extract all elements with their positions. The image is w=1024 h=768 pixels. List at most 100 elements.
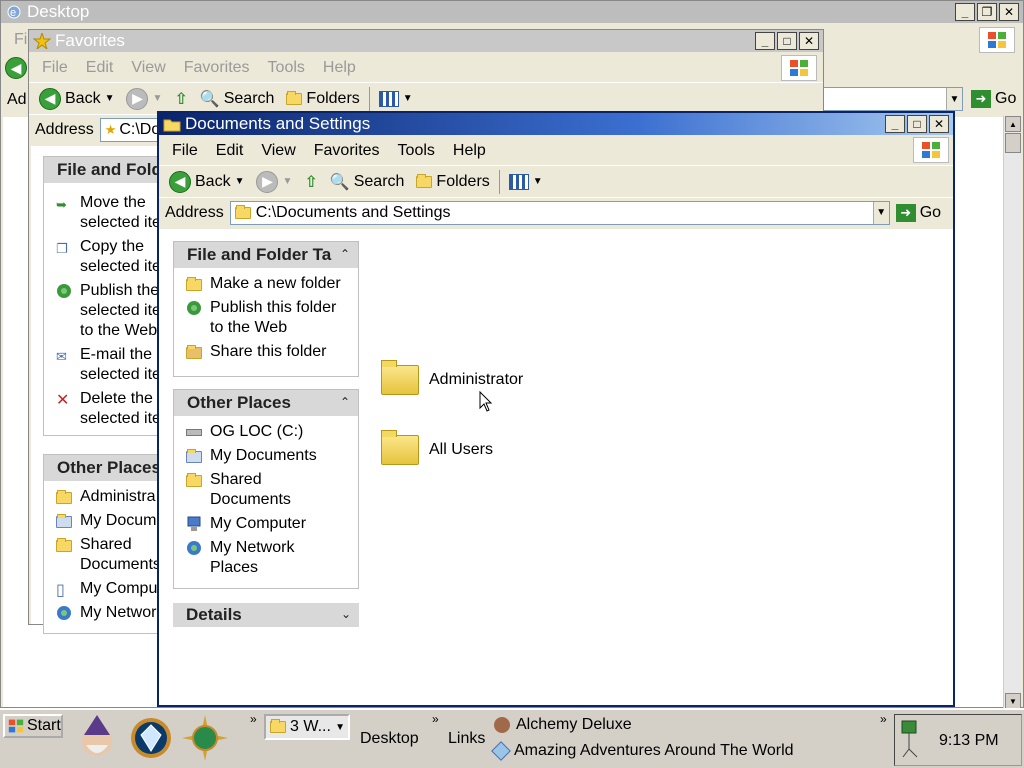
menu-favorites[interactable]: Favorites: [175, 59, 259, 77]
place-my-computer[interactable]: My Computer: [186, 514, 306, 534]
desktop-scrollbar[interactable]: ▲ ▼: [1003, 116, 1021, 709]
menu-file[interactable]: File: [33, 59, 77, 77]
folders-button[interactable]: Folders: [280, 85, 365, 113]
place-my-documents[interactable]: My Documents: [186, 446, 317, 466]
place-og-loc-drive[interactable]: OG LOC (C:): [186, 422, 303, 442]
favorites-titlebar[interactable]: Favorites _ □ ✕: [29, 30, 823, 52]
quick-item-amazing-adventures[interactable]: Amazing Adventures Around The World: [491, 741, 794, 761]
diamond-game-icon[interactable]: [128, 715, 174, 761]
desktop-address-field[interactable]: ▼: [823, 87, 963, 111]
clock[interactable]: 9:13 PM: [939, 732, 999, 750]
back-button[interactable]: ◀ Back ▼: [33, 85, 120, 113]
task-email[interactable]: ✉ E-mail the selected ite: [56, 345, 161, 385]
menu-edit[interactable]: Edit: [207, 142, 253, 160]
documents-address-field[interactable]: C:\Documents and Settings ▼: [229, 200, 890, 225]
address-label: Address: [165, 203, 224, 221]
alchemy-icon: [494, 717, 510, 733]
folder-icon: [56, 489, 72, 505]
toolbar-grip-icon[interactable]: »: [250, 712, 257, 726]
place-shared-documents[interactable]: Shared Documents: [186, 470, 291, 510]
minimize-button[interactable]: _: [755, 32, 775, 50]
place-shared-documents[interactable]: Shared Documents: [56, 535, 161, 575]
forward-button[interactable]: ▶ ▼: [250, 168, 298, 196]
address-dropdown-icon[interactable]: ▼: [872, 201, 889, 224]
quick-item-alchemy[interactable]: Alchemy Deluxe: [494, 716, 632, 734]
views-button[interactable]: ▼: [503, 168, 549, 196]
views-button[interactable]: ▼: [373, 85, 419, 113]
task-share-folder[interactable]: Share this folder: [186, 342, 327, 362]
task-publish-folder[interactable]: Publish this folder to the Web: [186, 298, 336, 338]
collapse-chevron-icon[interactable]: ⌃: [340, 247, 350, 261]
maximize-button[interactable]: □: [907, 115, 927, 133]
svg-text:e: e: [10, 7, 16, 19]
start-button[interactable]: Start: [3, 714, 63, 738]
expand-chevron-icon[interactable]: ⌄: [341, 607, 351, 621]
desktop-go-button[interactable]: ➜ Go: [971, 90, 1016, 108]
place-my-documents[interactable]: My Docume: [56, 511, 165, 531]
panel-title[interactable]: Other Places: [174, 390, 358, 416]
toolbar-grip-icon[interactable]: »: [880, 712, 887, 726]
scroll-up-icon[interactable]: ▲: [1005, 116, 1021, 132]
maximize-button[interactable]: □: [777, 32, 797, 50]
up-button[interactable]: ⇧: [298, 168, 323, 196]
menu-file[interactable]: File: [163, 142, 207, 160]
place-my-network-places[interactable]: My Network Places: [186, 538, 294, 578]
taskbar-group-button[interactable]: 3 W... ▼: [264, 714, 350, 740]
place-my-computer[interactable]: ▯ My Compu: [56, 579, 157, 599]
restore-button[interactable]: ❐: [977, 3, 997, 21]
network-icon: [186, 540, 202, 556]
place-my-network[interactable]: My Network: [56, 603, 164, 623]
menu-edit[interactable]: Edit: [77, 59, 123, 77]
documents-titlebar[interactable]: Documents and Settings _ □ ✕: [159, 113, 953, 135]
address-dropdown-icon[interactable]: ▼: [946, 88, 962, 110]
menu-view[interactable]: View: [122, 59, 174, 77]
diamond-icon: [491, 741, 511, 761]
close-button[interactable]: ✕: [929, 115, 949, 133]
drive-icon: [186, 424, 202, 440]
folder-label-all-users[interactable]: All Users: [429, 441, 493, 459]
toolbar-grip-icon[interactable]: »: [432, 712, 439, 726]
menu-favorites[interactable]: Favorites: [305, 142, 389, 160]
collapse-chevron-icon[interactable]: ⌃: [340, 395, 350, 409]
folders-button[interactable]: Folders: [410, 168, 495, 196]
close-button[interactable]: ✕: [999, 3, 1019, 21]
links-toolbar-label[interactable]: Links: [448, 730, 485, 748]
task-publish[interactable]: Publish the selected ite to the Web: [56, 281, 161, 341]
task-delete[interactable]: ✕ Delete the selected ite: [56, 389, 161, 429]
menu-view[interactable]: View: [252, 142, 304, 160]
documents-window: Documents and Settings _ □ ✕ File Edit V…: [157, 111, 955, 707]
task-move[interactable]: ➥ Move the selected ite: [56, 193, 161, 233]
menu-tools[interactable]: Tools: [389, 142, 444, 160]
task-copy[interactable]: ❐ Copy the selected ite: [56, 237, 161, 277]
minimize-button[interactable]: _: [955, 3, 975, 21]
scroll-thumb[interactable]: [1005, 133, 1021, 153]
network-tray-icon[interactable]: [899, 719, 921, 764]
desktop-titlebar[interactable]: e Desktop _ ❐ ✕: [1, 1, 1023, 23]
menu-help[interactable]: Help: [314, 59, 365, 77]
globe-compass-icon[interactable]: [182, 715, 228, 761]
panel-title[interactable]: Details: [173, 603, 359, 627]
documents-title: Documents and Settings: [185, 114, 371, 133]
minimize-button[interactable]: _: [885, 115, 905, 133]
task-make-new-folder[interactable]: Make a new folder: [186, 274, 341, 294]
back-button[interactable]: ◀ Back ▼: [163, 168, 250, 196]
folder-label-administrator[interactable]: Administrator: [429, 371, 523, 389]
desktop-toolbar-label[interactable]: Desktop: [360, 730, 419, 748]
search-button[interactable]: 🔍 Search: [194, 85, 281, 113]
search-button[interactable]: 🔍 Search: [324, 168, 411, 196]
panel-title[interactable]: File and Folder Ta: [174, 242, 358, 268]
views-icon: [508, 173, 529, 190]
place-administrator[interactable]: Administra: [56, 487, 156, 507]
wizard-icon[interactable]: [74, 715, 120, 761]
go-button[interactable]: ➜ Go: [895, 203, 941, 222]
globe-icon: [56, 283, 72, 299]
scroll-down-icon[interactable]: ▼: [1005, 693, 1021, 709]
menu-tools[interactable]: Tools: [259, 59, 314, 77]
star-icon: [32, 31, 52, 51]
up-button[interactable]: ⇧: [168, 85, 193, 113]
go-label: Go: [995, 90, 1017, 107]
desktop-back-icon[interactable]: ◀: [5, 57, 27, 79]
menu-help[interactable]: Help: [444, 142, 495, 160]
close-button[interactable]: ✕: [799, 32, 819, 50]
forward-button[interactable]: ▶ ▼: [120, 85, 168, 113]
